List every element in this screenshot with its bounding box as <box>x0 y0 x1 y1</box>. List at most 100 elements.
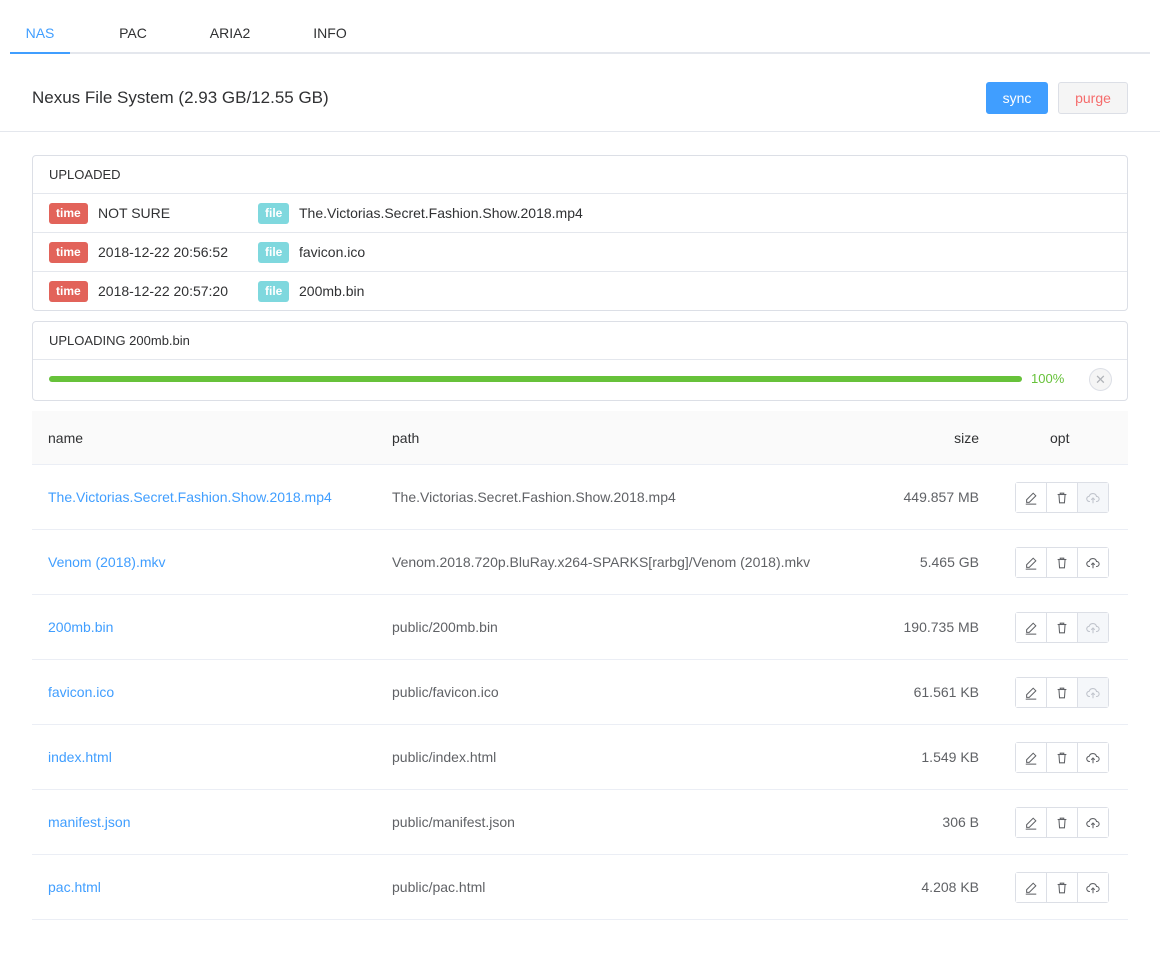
file-size: 5.465 GB <box>919 554 979 570</box>
file-name-link[interactable]: manifest.json <box>48 790 130 854</box>
row-actions <box>1015 742 1109 773</box>
file-path: public/manifest.json <box>392 814 515 830</box>
time-tag: time <box>49 203 88 224</box>
upload-button[interactable] <box>1078 873 1108 902</box>
file-name-link[interactable]: 200mb.bin <box>48 595 113 659</box>
upload-button[interactable] <box>1078 808 1108 837</box>
edit-icon <box>1024 556 1038 570</box>
file-path: public/favicon.ico <box>392 684 499 700</box>
tab-pac[interactable]: PAC <box>105 0 161 52</box>
tab-bar: NAS PAC ARIA2 INFO <box>10 0 1150 54</box>
cancel-upload-button[interactable]: ✕ <box>1089 368 1112 391</box>
file-tag: file <box>258 242 290 263</box>
file-path: Venom.2018.720p.BluRay.x264-SPARKS[rarbg… <box>392 554 811 570</box>
uploaded-file: 200mb.bin <box>299 283 365 299</box>
page-header: Nexus File System (2.93 GB/12.55 GB) syn… <box>0 54 1160 132</box>
edit-icon <box>1024 751 1038 765</box>
edit-button[interactable] <box>1016 483 1047 512</box>
delete-icon <box>1055 686 1069 700</box>
tab-aria2[interactable]: ARIA2 <box>200 0 260 52</box>
files-table: name path size opt The.Victorias.Secret.… <box>32 411 1128 920</box>
column-header-path: path <box>392 430 420 446</box>
uploaded-time: 2018-12-22 20:57:20 <box>98 283 228 299</box>
edit-button[interactable] <box>1016 548 1047 577</box>
delete-icon <box>1055 816 1069 830</box>
edit-icon <box>1024 686 1038 700</box>
edit-button[interactable] <box>1016 613 1047 642</box>
row-actions <box>1015 612 1109 643</box>
time-tag: time <box>49 281 88 302</box>
cloud-upload-icon <box>1086 556 1100 570</box>
uploaded-log-row: time NOT SURE file The.Victorias.Secret.… <box>33 194 1127 233</box>
uploaded-card: UPLOADED time NOT SURE file The.Victoria… <box>32 155 1128 311</box>
file-size: 449.857 MB <box>903 489 980 505</box>
table-row: favicon.ico public/favicon.ico 61.561 KB <box>32 660 1128 725</box>
upload-button[interactable] <box>1078 678 1108 707</box>
tab-info[interactable]: INFO <box>306 0 354 52</box>
row-actions <box>1015 807 1109 838</box>
delete-button[interactable] <box>1047 548 1078 577</box>
delete-button[interactable] <box>1047 808 1078 837</box>
cloud-upload-icon <box>1086 621 1100 635</box>
delete-button[interactable] <box>1047 743 1078 772</box>
edit-button[interactable] <box>1016 678 1047 707</box>
file-path: public/200mb.bin <box>392 619 498 635</box>
file-size: 1.549 KB <box>921 749 979 765</box>
file-tag: file <box>258 203 290 224</box>
purge-button[interactable]: purge <box>1058 82 1128 114</box>
upload-progress: 100% ✕ <box>33 360 1127 400</box>
edit-button[interactable] <box>1016 808 1047 837</box>
row-actions <box>1015 677 1109 708</box>
table-row: Venom (2018).mkv Venom.2018.720p.BluRay.x… <box>32 530 1128 595</box>
delete-button[interactable] <box>1047 613 1078 642</box>
edit-button[interactable] <box>1016 743 1047 772</box>
file-name-link[interactable]: favicon.ico <box>48 660 114 724</box>
upload-button[interactable] <box>1078 483 1108 512</box>
edit-icon <box>1024 816 1038 830</box>
sync-button[interactable]: sync <box>986 82 1048 114</box>
table-body: The.Victorias.Secret.Fashion.Show.2018.m… <box>32 465 1128 920</box>
uploading-card: UPLOADING 200mb.bin 100% ✕ <box>32 321 1128 401</box>
cloud-upload-icon <box>1086 751 1100 765</box>
cloud-upload-icon <box>1086 816 1100 830</box>
delete-icon <box>1055 491 1069 505</box>
uploaded-time: NOT SURE <box>98 205 171 221</box>
tab-nas[interactable]: NAS <box>10 0 70 52</box>
file-name-link[interactable]: pac.html <box>48 855 101 919</box>
file-size: 306 B <box>942 814 979 830</box>
edit-icon <box>1024 621 1038 635</box>
table-row: 200mb.bin public/200mb.bin 190.735 MB <box>32 595 1128 660</box>
delete-button[interactable] <box>1047 873 1078 902</box>
cloud-upload-icon <box>1086 881 1100 895</box>
row-actions <box>1015 872 1109 903</box>
delete-icon <box>1055 751 1069 765</box>
progress-fill <box>49 376 1022 382</box>
upload-button[interactable] <box>1078 743 1108 772</box>
cloud-upload-icon <box>1086 491 1100 505</box>
file-size: 4.208 KB <box>921 879 979 895</box>
row-actions <box>1015 482 1109 513</box>
file-size: 190.735 MB <box>903 619 980 635</box>
table-header: name path size opt <box>32 411 1128 465</box>
table-row: manifest.json public/manifest.json 306 B <box>32 790 1128 855</box>
edit-icon <box>1024 881 1038 895</box>
page-title: Nexus File System (2.93 GB/12.55 GB) <box>32 88 329 107</box>
file-name-link[interactable]: index.html <box>48 725 112 789</box>
cloud-upload-icon <box>1086 686 1100 700</box>
progress-percent: 100% <box>1031 371 1065 386</box>
table-row: The.Victorias.Secret.Fashion.Show.2018.m… <box>32 465 1128 530</box>
edit-button[interactable] <box>1016 873 1047 902</box>
upload-button[interactable] <box>1078 613 1108 642</box>
file-path: The.Victorias.Secret.Fashion.Show.2018.m… <box>392 489 676 505</box>
delete-button[interactable] <box>1047 483 1078 512</box>
file-size: 61.561 KB <box>913 684 979 700</box>
file-path: public/pac.html <box>392 879 486 895</box>
uploaded-card-title: UPLOADED <box>33 156 1127 194</box>
row-actions <box>1015 547 1109 578</box>
table-row: index.html public/index.html 1.549 KB <box>32 725 1128 790</box>
delete-button[interactable] <box>1047 678 1078 707</box>
column-header-opt: opt <box>1050 430 1070 446</box>
file-name-link[interactable]: Venom (2018).mkv <box>48 530 166 594</box>
file-name-link[interactable]: The.Victorias.Secret.Fashion.Show.2018.m… <box>48 465 332 529</box>
upload-button[interactable] <box>1078 548 1108 577</box>
